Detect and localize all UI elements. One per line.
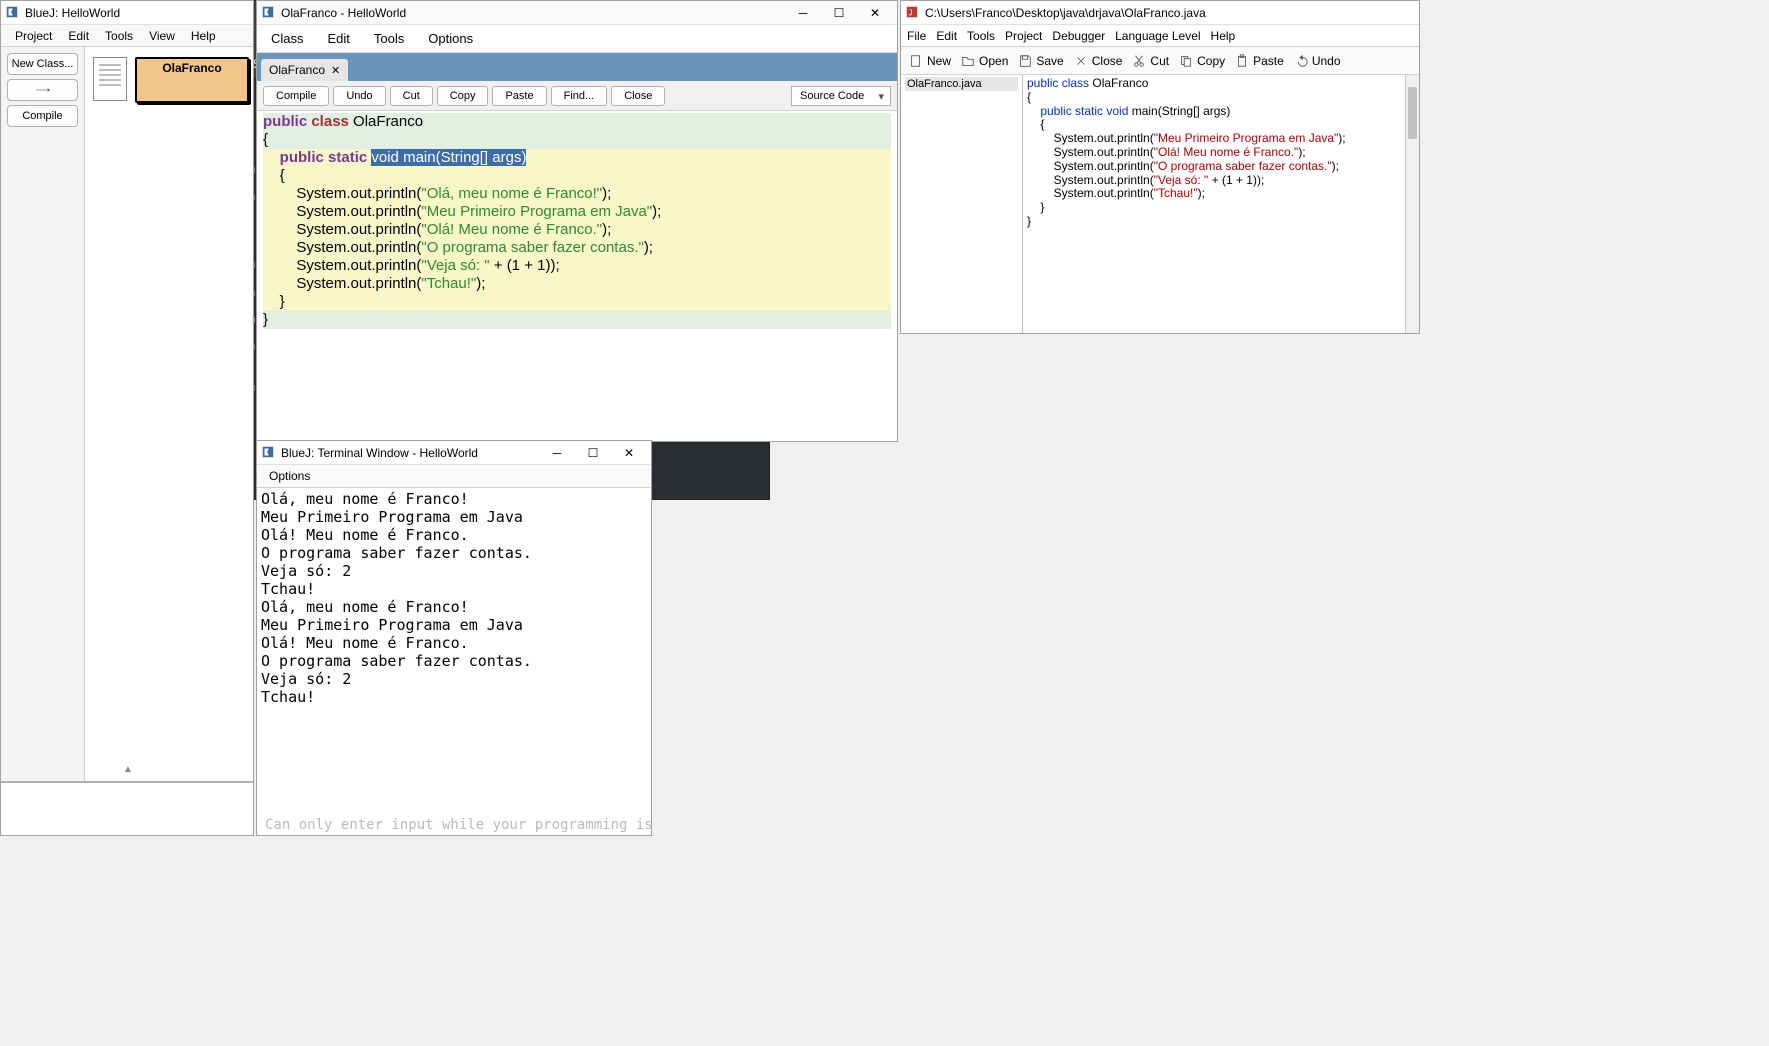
- open-button[interactable]: Open: [961, 54, 1008, 68]
- class-diagram-canvas[interactable]: OlaFranco ▲: [85, 47, 253, 781]
- compile-button[interactable]: Compile: [263, 86, 329, 106]
- titlebar[interactable]: BlueJ: HelloWorld: [1, 1, 253, 25]
- toolbar: New Open Save Close Cut Copy Paste Undo: [901, 47, 1419, 75]
- find-button[interactable]: Find...: [551, 86, 608, 106]
- tab-label: OlaFranco: [269, 63, 325, 77]
- vertical-scrollbar[interactable]: [1405, 75, 1419, 333]
- readme-icon[interactable]: [93, 57, 127, 101]
- menu-debugger[interactable]: Debugger: [1052, 29, 1105, 43]
- menubar: Class Edit Tools Options: [257, 25, 897, 53]
- menu-help[interactable]: Help: [1211, 29, 1236, 43]
- titlebar[interactable]: OlaFranco - HelloWorld ─ ☐ ✕: [257, 1, 897, 25]
- bluej-icon: [261, 445, 277, 461]
- titlebar[interactable]: J C:\Users\Franco\Desktop\java\drjava\Ol…: [901, 1, 1419, 25]
- paste-button[interactable]: Paste: [492, 86, 546, 106]
- tab-olafranco[interactable]: OlaFranco ✕: [261, 59, 348, 81]
- menu-tools[interactable]: Tools: [97, 27, 141, 45]
- svg-text:J: J: [909, 8, 913, 17]
- close-button[interactable]: ✕: [611, 442, 647, 464]
- menu-options[interactable]: Options: [257, 465, 651, 488]
- menu-tools[interactable]: Tools: [374, 31, 404, 46]
- maximize-button[interactable]: ☐: [575, 442, 611, 464]
- close-button[interactable]: Close: [611, 86, 665, 106]
- menu-options[interactable]: Options: [428, 31, 473, 46]
- menu-view[interactable]: View: [141, 27, 183, 45]
- compile-button[interactable]: Compile: [7, 105, 78, 127]
- minimize-button[interactable]: ─: [539, 442, 575, 464]
- sidebar: New Class... Compile: [1, 47, 85, 781]
- cut-button[interactable]: Cut: [1132, 54, 1169, 68]
- window-title: C:\Users\Franco\Desktop\java\drjava\OlaF…: [925, 6, 1206, 20]
- object-bench[interactable]: [1, 781, 253, 835]
- file-list[interactable]: OlaFranco.java: [901, 75, 1023, 333]
- tab-close-icon[interactable]: ✕: [331, 64, 340, 77]
- menu-edit[interactable]: Edit: [328, 31, 350, 46]
- maximize-button[interactable]: ☐: [821, 2, 857, 24]
- paste-button[interactable]: Paste: [1235, 54, 1284, 68]
- titlebar[interactable]: BlueJ: Terminal Window - HelloWorld ─ ☐ …: [257, 441, 651, 465]
- class-box-olafranco[interactable]: OlaFranco: [135, 57, 249, 103]
- drjava-icon: J: [905, 5, 921, 21]
- bluej-icon: [261, 5, 277, 21]
- minimize-button[interactable]: ─: [785, 2, 821, 24]
- undo-button[interactable]: Undo: [333, 86, 385, 106]
- bluej-terminal-window: BlueJ: Terminal Window - HelloWorld ─ ☐ …: [256, 440, 652, 836]
- bluej-editor-window: OlaFranco - HelloWorld ─ ☐ ✕ Class Edit …: [256, 0, 898, 442]
- new-class-button[interactable]: New Class...: [7, 53, 78, 75]
- menu-project[interactable]: Project: [7, 27, 60, 45]
- bluej-project-window: BlueJ: HelloWorld Project Edit Tools Vie…: [0, 0, 254, 836]
- file-list-item[interactable]: OlaFranco.java: [905, 77, 1018, 91]
- code-editor[interactable]: public class OlaFranco { public static v…: [257, 111, 897, 441]
- menu-project[interactable]: Project: [1005, 29, 1042, 43]
- menu-edit[interactable]: Edit: [936, 29, 957, 43]
- class-box-label: OlaFranco: [162, 61, 221, 75]
- menubar: Project Edit Tools View Help: [1, 25, 253, 47]
- menu-language-level[interactable]: Language Level: [1115, 29, 1200, 43]
- copy-button[interactable]: Copy: [437, 86, 489, 106]
- expand-icon[interactable]: ▲: [123, 764, 133, 775]
- window-title: OlaFranco - HelloWorld: [281, 6, 406, 20]
- copy-button[interactable]: Copy: [1179, 54, 1225, 68]
- menu-edit[interactable]: Edit: [60, 27, 97, 45]
- menu-tools[interactable]: Tools: [967, 29, 995, 43]
- menu-help[interactable]: Help: [183, 27, 224, 45]
- menu-file[interactable]: File: [907, 29, 926, 43]
- editor-toolbar: Compile Undo Cut Copy Paste Find... Clos…: [257, 81, 897, 111]
- window-title: BlueJ: Terminal Window - HelloWorld: [281, 446, 478, 460]
- window-title: BlueJ: HelloWorld: [25, 6, 120, 20]
- close-button[interactable]: ✕: [857, 2, 893, 24]
- close-button[interactable]: Close: [1074, 54, 1123, 68]
- bluej-icon: [5, 5, 21, 21]
- drjava-window: J C:\Users\Franco\Desktop\java\drjava\Ol…: [900, 0, 1420, 334]
- view-mode-select[interactable]: Source Code: [791, 86, 891, 106]
- menubar: File Edit Tools Project Debugger Languag…: [901, 25, 1419, 47]
- tab-strip: OlaFranco ✕: [257, 53, 897, 81]
- new-button[interactable]: New: [909, 54, 951, 68]
- undo-button[interactable]: Undo: [1294, 54, 1341, 68]
- terminal-output[interactable]: Olá, meu nome é Franco! Meu Primeiro Pro…: [257, 488, 651, 815]
- menu-class[interactable]: Class: [271, 31, 304, 46]
- save-button[interactable]: Save: [1018, 54, 1063, 68]
- code-editor[interactable]: public class OlaFranco { public static v…: [1023, 75, 1419, 333]
- cut-button[interactable]: Cut: [390, 86, 433, 106]
- input-hint: Can only enter input while your programm…: [257, 815, 651, 835]
- arrow-tool-button[interactable]: [7, 79, 78, 101]
